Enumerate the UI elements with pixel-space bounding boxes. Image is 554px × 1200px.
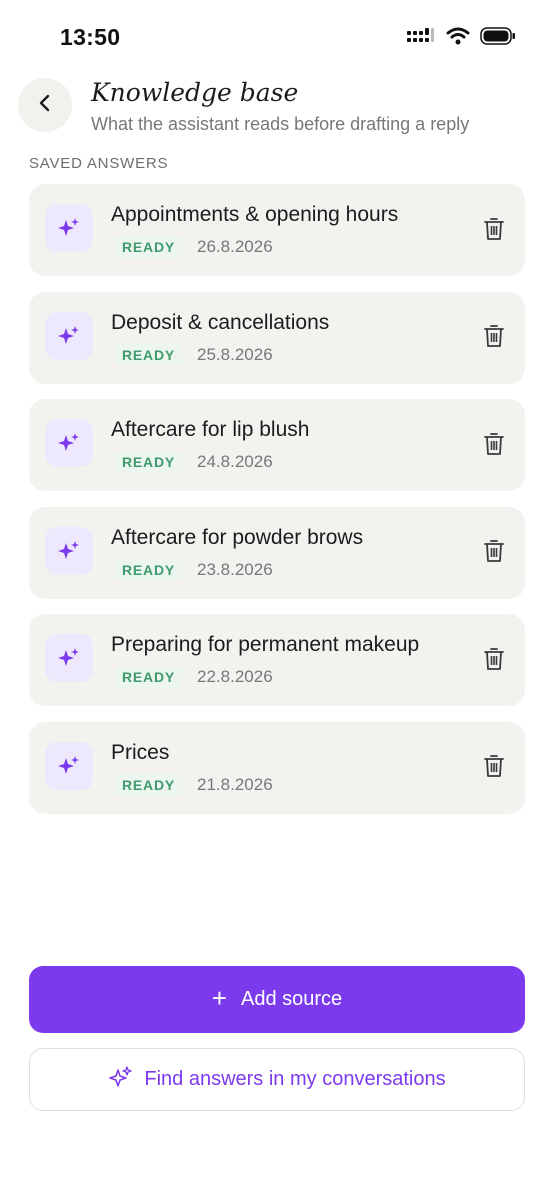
answer-date: 23.8.2026 [197, 559, 273, 579]
delete-button[interactable] [481, 755, 507, 783]
status-icons [406, 26, 516, 51]
list-item[interactable]: Prices READY 21.8.2026 [29, 721, 525, 814]
header: Knowledge base What the assistant reads … [0, 74, 554, 144]
sparkle-icon [45, 311, 93, 360]
delete-button[interactable] [481, 217, 507, 245]
plus-icon: + [211, 983, 227, 1013]
answer-meta: READY 25.8.2026 [114, 343, 273, 366]
sparkle-icon [45, 634, 93, 682]
find-answers-button[interactable]: Find answers in my conversations [29, 1048, 525, 1111]
sparkle-icon [45, 204, 93, 252]
answer-meta: READY 21.8.2026 [114, 773, 273, 796]
trash-icon [483, 431, 505, 462]
answer-title: Aftercare for lip blush [111, 418, 310, 441]
delete-button[interactable] [481, 325, 507, 353]
list-item[interactable]: Preparing for permanent makeup READY 22.… [29, 614, 525, 706]
answer-meta: READY 22.8.2026 [114, 666, 273, 688]
page-subtitle: What the assistant reads before drafting… [91, 114, 470, 134]
answer-date: 22.8.2026 [197, 667, 273, 686]
trash-icon [483, 753, 505, 784]
trash-icon [483, 538, 505, 569]
list-item[interactable]: Deposit & cancellations READY 25.8.2026 [29, 291, 525, 384]
answer-date: 21.8.2026 [197, 774, 273, 794]
signal-icon [406, 26, 436, 51]
delete-button[interactable] [481, 647, 507, 675]
answer-meta: READY 26.8.2026 [114, 236, 273, 258]
status-badge: READY [114, 773, 184, 796]
status-badge: READY [114, 451, 184, 473]
sparkle-outline-icon [108, 1065, 134, 1095]
sparkle-icon [45, 419, 93, 467]
status-badge: READY [114, 236, 184, 258]
status-time: 13:50 [60, 24, 121, 50]
answer-meta: READY 24.8.2026 [114, 451, 273, 473]
answer-date: 26.8.2026 [197, 237, 273, 256]
battery-icon [480, 26, 516, 51]
answer-title: Aftercare for powder brows [111, 525, 364, 549]
trash-icon [483, 216, 505, 247]
answer-date: 24.8.2026 [197, 452, 273, 471]
chevron-left-icon [36, 93, 54, 118]
answer-date: 25.8.2026 [197, 344, 273, 364]
trash-icon [483, 646, 505, 677]
add-source-button[interactable]: + Add source [29, 966, 525, 1033]
delete-button[interactable] [481, 432, 507, 460]
status-badge: READY [114, 666, 184, 688]
trash-icon [483, 323, 505, 354]
list-item[interactable]: Appointments & opening hours READY 26.8.… [29, 184, 525, 276]
answer-title: Appointments & opening hours [111, 203, 399, 226]
section-label: SAVED ANSWERS [29, 155, 169, 172]
answer-title: Prices [111, 740, 170, 764]
status-bar: 13:50 [0, 0, 554, 72]
add-source-label: Add source [241, 988, 343, 1010]
status-badge: READY [114, 558, 184, 581]
list-item[interactable]: Aftercare for lip blush READY 24.8.2026 [29, 399, 525, 491]
wifi-icon [446, 26, 470, 51]
status-badge: READY [114, 343, 184, 366]
delete-button[interactable] [481, 540, 507, 568]
page-title: Knowledge base [91, 78, 299, 107]
sparkle-icon [45, 741, 93, 790]
answer-title: Preparing for permanent makeup [111, 633, 420, 656]
list-item[interactable]: Aftercare for powder brows READY 23.8.20… [29, 506, 525, 599]
saved-answers-list: Appointments & opening hours READY 26.8.… [29, 184, 525, 829]
answer-title: Deposit & cancellations [111, 310, 330, 334]
answer-meta: READY 23.8.2026 [114, 558, 273, 581]
sparkle-icon [45, 526, 93, 575]
find-answers-label: Find answers in my conversations [144, 1068, 446, 1090]
back-button[interactable] [18, 78, 72, 132]
